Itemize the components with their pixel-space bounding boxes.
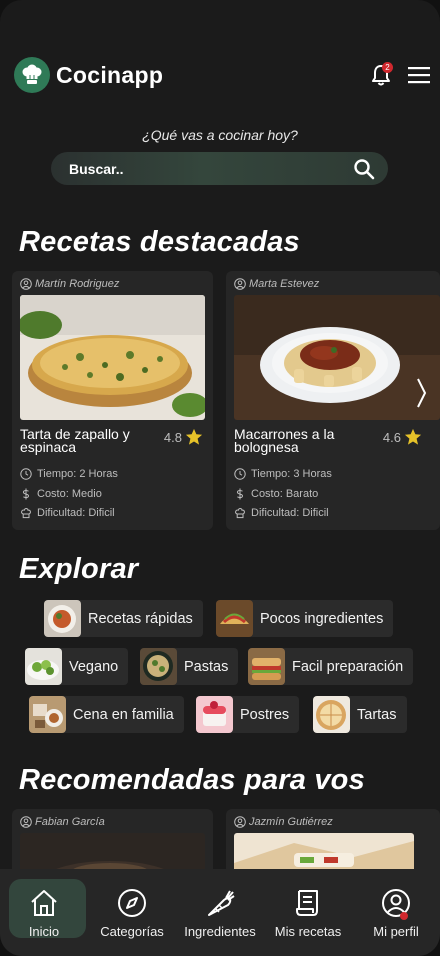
chip-label: Recetas rápidas xyxy=(88,610,193,627)
recipe-author: Martín Rodriguez xyxy=(35,278,120,290)
recipe-difficulty: Dificultad: Dificil xyxy=(37,507,115,519)
recipe-card[interactable]: Martín Rodriguez Tarta de zapallo y espi… xyxy=(12,271,213,530)
recipe-author: Marta Estevez xyxy=(249,278,320,290)
featured-title: Recetas destacadas xyxy=(19,226,300,258)
header: Cocinapp 2 xyxy=(14,56,432,94)
category-chip[interactable]: Pastas xyxy=(140,648,239,685)
search-bar[interactable] xyxy=(51,152,388,185)
recipe-cost: Costo: Medio xyxy=(37,488,102,500)
nav-label: Inicio xyxy=(28,923,60,939)
category-chip[interactable]: Pocos ingredientes xyxy=(216,600,394,637)
chip-image xyxy=(44,600,81,637)
user-icon xyxy=(234,816,246,828)
nav-label: Ingredientes xyxy=(184,923,256,939)
clock-icon xyxy=(20,468,32,480)
recipe-author: Jazmín Gutiérrez xyxy=(249,816,333,828)
recipe-rating: 4.6 xyxy=(382,429,401,445)
star-icon xyxy=(185,428,203,445)
category-chip[interactable]: Vegano xyxy=(25,648,129,685)
search-icon[interactable] xyxy=(352,157,376,181)
category-chip[interactable]: Tartas xyxy=(313,696,407,733)
clock-icon xyxy=(234,468,246,480)
chip-label: Pocos ingredientes xyxy=(260,610,384,627)
chip-image xyxy=(248,648,285,685)
nav-ingredientes[interactable]: Ingredientes xyxy=(176,869,264,956)
user-icon xyxy=(234,278,246,290)
app-screen: Cocinapp 2 ¿Qué vas a cocinar hoy? Recet… xyxy=(0,0,440,956)
chip-image xyxy=(313,696,350,733)
category-chip[interactable]: Postres xyxy=(196,696,300,733)
chip-image xyxy=(196,696,233,733)
recipe-author: Fabian García xyxy=(35,816,105,828)
category-chip[interactable]: Facil preparación xyxy=(248,648,414,685)
recipe-cost: Costo: Barato xyxy=(251,488,319,500)
recipe-image xyxy=(20,295,205,420)
nav-mis-recetas[interactable]: Mis recetas xyxy=(264,869,352,956)
recipe-image xyxy=(234,295,440,420)
recipe-rating: 4.8 xyxy=(163,429,182,445)
nav-inicio[interactable]: Inicio xyxy=(0,869,88,956)
recipe-time: Tiempo: 2 Horas xyxy=(37,468,118,480)
chip-label: Pastas xyxy=(184,658,229,675)
chip-image xyxy=(140,648,177,685)
menu-icon[interactable] xyxy=(406,64,432,86)
chip-image xyxy=(216,600,253,637)
chef-hat-icon xyxy=(235,507,245,519)
nav-mi-perfil[interactable]: Mi perfil xyxy=(352,869,440,956)
dollar-icon xyxy=(236,488,244,500)
dollar-icon xyxy=(22,488,30,500)
user-icon xyxy=(20,278,32,290)
category-chip[interactable]: Cena en familia xyxy=(29,696,184,733)
category-chip[interactable]: Recetas rápidas xyxy=(44,600,203,637)
chevron-right-icon[interactable] xyxy=(414,376,428,410)
chip-image xyxy=(25,648,62,685)
nav-label: Categorías xyxy=(100,923,164,939)
chip-image xyxy=(29,696,66,733)
compass-icon xyxy=(118,888,146,917)
chip-label: Tartas xyxy=(357,706,397,723)
recipe-scroll-icon xyxy=(296,889,318,916)
home-icon xyxy=(31,889,57,916)
carrot-icon xyxy=(208,890,235,916)
chef-hat-icon xyxy=(21,507,31,519)
nav-label: Mi perfil xyxy=(373,923,419,939)
prompt-question: ¿Qué vas a cocinar hoy? xyxy=(142,127,298,143)
recipe-card[interactable]: Marta Estevez Macarrones a la bolognesa … xyxy=(226,271,440,530)
app-name: Cocinapp xyxy=(56,61,164,88)
recipe-name: Macarrones a la bolognesa xyxy=(234,426,335,455)
chip-label: Facil preparación xyxy=(292,658,404,675)
nav-label: Mis recetas xyxy=(274,923,342,939)
notification-badge: 2 xyxy=(382,62,393,73)
star-icon xyxy=(404,428,422,445)
user-icon xyxy=(20,816,32,828)
explore-title: Explorar xyxy=(19,553,139,585)
bottom-nav: Inicio Categorías Ingredientes Mis recet… xyxy=(0,869,440,956)
recipe-time: Tiempo: 3 Horas xyxy=(251,468,332,480)
nav-categorias[interactable]: Categorías xyxy=(88,869,176,956)
chip-label: Vegano xyxy=(69,658,119,675)
profile-notification-dot xyxy=(400,912,408,920)
chef-hat-logo-icon xyxy=(14,57,50,93)
search-input[interactable] xyxy=(69,160,339,177)
recommended-title: Recomendadas para vos xyxy=(19,764,365,796)
notifications-button[interactable]: 2 xyxy=(368,62,394,88)
recipe-difficulty: Dificultad: Dificil xyxy=(251,507,329,519)
chip-label: Postres xyxy=(240,706,290,723)
chip-label: Cena en familia xyxy=(73,706,174,723)
recipe-name: Tarta de zapallo y espinaca xyxy=(20,426,130,455)
